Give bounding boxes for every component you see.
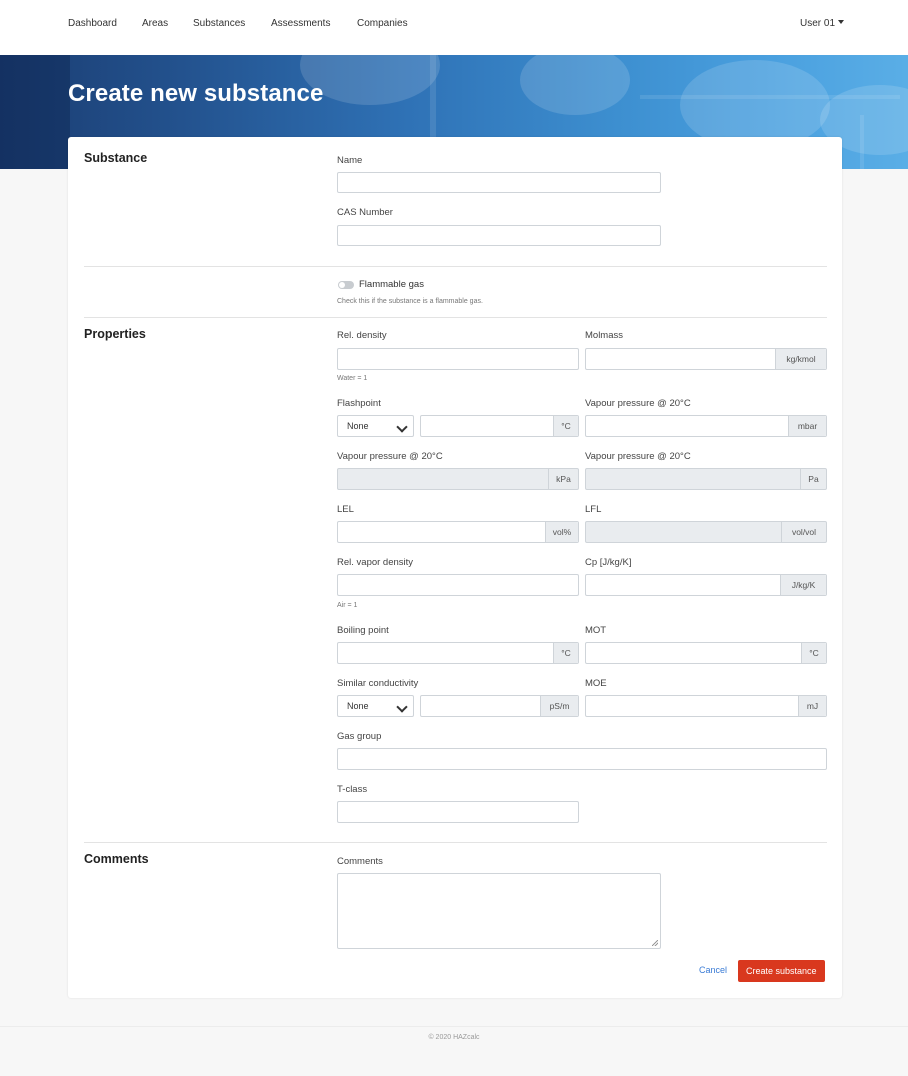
user-menu[interactable]: User 01	[800, 18, 844, 29]
toggle-knob	[339, 282, 345, 288]
flashpoint-select[interactable]: None	[337, 415, 414, 437]
moe-input[interactable]: mJ	[585, 695, 827, 717]
flashpoint-select-value: None	[347, 421, 369, 431]
cancel-button[interactable]: Cancel	[699, 965, 727, 975]
create-substance-button[interactable]: Create substance	[738, 960, 825, 982]
divider	[84, 266, 827, 267]
boiling-point-unit: °C	[553, 643, 578, 663]
vp-kpa-label: Vapour pressure @ 20°C	[337, 451, 443, 462]
footer-copyright: © 2020 HAZcalc	[428, 1034, 480, 1041]
substance-form-card: Substance Name CAS Number Flammable gas …	[68, 137, 842, 998]
conductivity-unit: pS/m	[540, 696, 578, 716]
molmass-input[interactable]: kg/kmol	[585, 348, 827, 370]
vp-pa-input: Pa	[585, 468, 827, 490]
mot-input[interactable]: °C	[585, 642, 827, 664]
section-title-substance: Substance	[84, 151, 148, 165]
rel-density-label: Rel. density	[337, 330, 387, 341]
nav-assessments[interactable]: Assessments	[271, 18, 330, 29]
flammable-toggle[interactable]	[338, 281, 354, 289]
vp-mbar-label: Vapour pressure @ 20°C	[585, 398, 691, 409]
gas-group-input[interactable]	[337, 748, 827, 770]
footer-divider	[0, 1026, 908, 1027]
rel-vapor-density-hint: Air = 1	[337, 602, 358, 609]
molmass-label: Molmass	[585, 330, 624, 341]
section-title-properties: Properties	[84, 327, 146, 341]
flammable-hint: Check this if the substance is a flammab…	[337, 298, 483, 305]
flashpoint-unit: °C	[553, 416, 578, 436]
name-input[interactable]	[337, 172, 661, 193]
banner-decoration	[860, 115, 864, 169]
divider	[84, 842, 827, 843]
name-label: Name	[337, 155, 363, 166]
t-class-input[interactable]	[337, 801, 579, 823]
conductivity-select-value: None	[347, 701, 369, 711]
mot-label: MOT	[585, 625, 607, 636]
lfl-unit: vol/vol	[781, 522, 826, 542]
section-title-comments: Comments	[84, 852, 149, 866]
vp-mbar-unit: mbar	[788, 416, 826, 436]
conductivity-label: Similar conductivity	[337, 678, 419, 689]
vp-pa-label: Vapour pressure @ 20°C	[585, 451, 691, 462]
mot-unit: °C	[801, 643, 826, 663]
vp-mbar-input[interactable]: mbar	[585, 415, 827, 437]
conductivity-select[interactable]: None	[337, 695, 414, 717]
lel-label: LEL	[337, 504, 354, 515]
nav-companies[interactable]: Companies	[357, 18, 408, 29]
molmass-unit: kg/kmol	[775, 349, 826, 369]
rel-vapor-density-label: Rel. vapor density	[337, 557, 414, 568]
vp-kpa-unit: kPa	[548, 469, 578, 489]
cas-label: CAS Number	[337, 207, 393, 218]
banner-decoration	[640, 95, 900, 99]
moe-unit: mJ	[798, 696, 826, 716]
nav-dashboard[interactable]: Dashboard	[68, 18, 117, 29]
cp-input[interactable]: J/kg/K	[585, 574, 827, 596]
page-title: Create new substance	[68, 80, 324, 107]
cp-label: Cp [J/kg/K]	[585, 557, 632, 568]
lfl-input: vol/vol	[585, 521, 827, 543]
boiling-point-input[interactable]: °C	[337, 642, 579, 664]
rel-vapor-density-input[interactable]	[337, 574, 579, 596]
comments-textarea[interactable]	[337, 873, 661, 949]
banner-decoration	[0, 55, 70, 169]
chevron-down-icon	[396, 701, 408, 713]
lel-unit: vol%	[545, 522, 578, 542]
banner-decoration	[520, 55, 630, 115]
moe-label: MOE	[585, 678, 607, 689]
chevron-down-icon	[396, 421, 408, 433]
flashpoint-label: Flashpoint	[337, 398, 381, 409]
top-navbar: Dashboard Areas Substances Assessments C…	[0, 0, 908, 55]
cas-input[interactable]	[337, 225, 661, 246]
conductivity-input[interactable]: pS/m	[420, 695, 579, 717]
boiling-point-label: Boiling point	[337, 625, 389, 636]
rel-density-hint: Water = 1	[337, 375, 368, 382]
nav-areas[interactable]: Areas	[142, 18, 168, 29]
divider	[84, 317, 827, 318]
flammable-label: Flammable gas	[359, 279, 424, 290]
flashpoint-input[interactable]: °C	[420, 415, 579, 437]
caret-down-icon	[838, 20, 844, 24]
resize-grip-icon[interactable]	[652, 940, 658, 946]
vp-pa-unit: Pa	[800, 469, 826, 489]
gas-group-label: Gas group	[337, 731, 382, 742]
user-name: User 01	[799, 18, 835, 29]
vp-kpa-input: kPa	[337, 468, 579, 490]
cp-unit: J/kg/K	[780, 575, 826, 595]
t-class-label: T-class	[337, 784, 368, 795]
rel-density-input[interactable]	[337, 348, 579, 370]
lel-input[interactable]: vol%	[337, 521, 579, 543]
lfl-label: LFL	[585, 504, 602, 515]
nav-substances[interactable]: Substances	[193, 18, 245, 29]
comments-label: Comments	[337, 856, 383, 867]
